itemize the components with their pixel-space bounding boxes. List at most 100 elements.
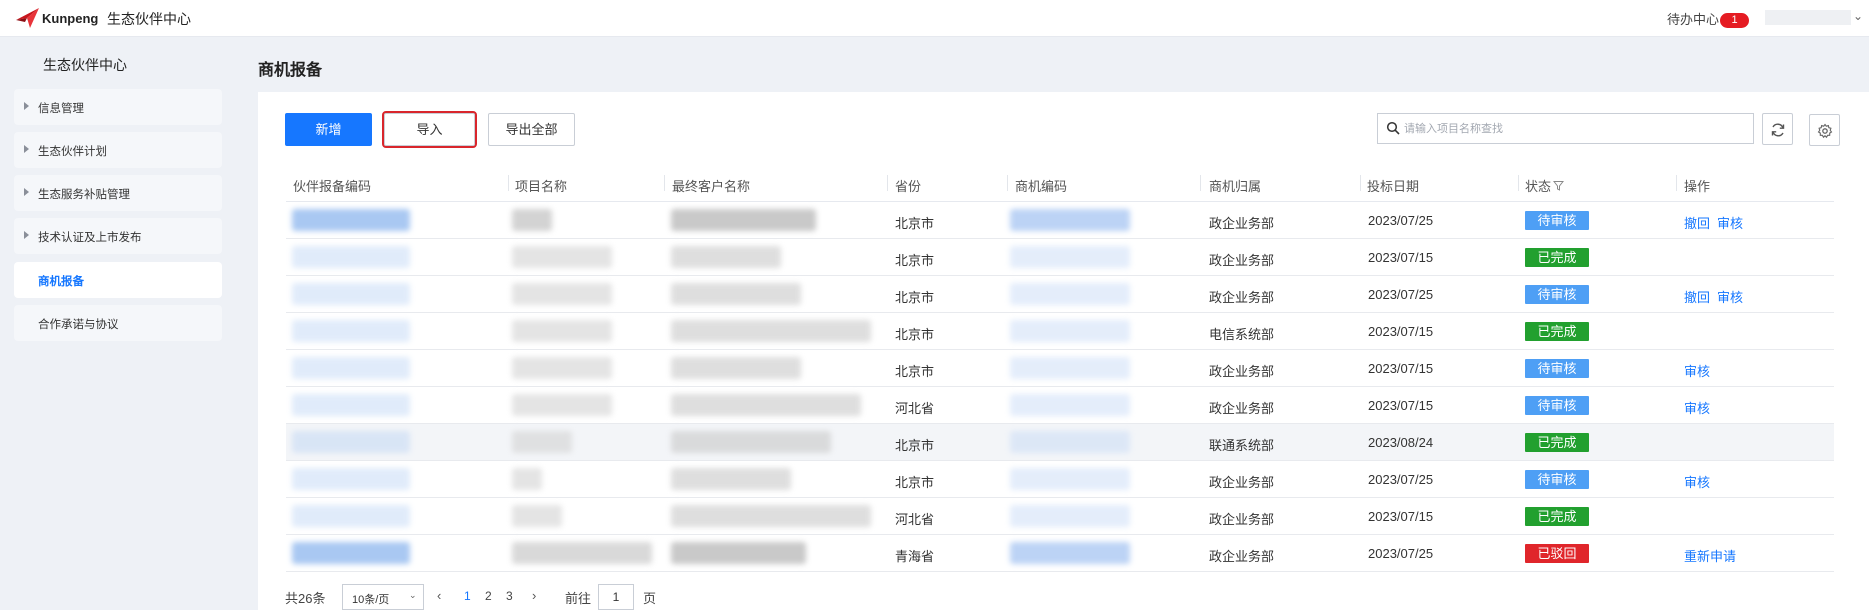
- todo-center-link[interactable]: 待办中心 1: [1667, 9, 1750, 28]
- status-badge: 已驳回: [1525, 544, 1589, 563]
- belong-cell: 政企业务部: [1209, 549, 1275, 564]
- redacted-opportunity-code: [1010, 505, 1130, 527]
- redacted-partner-code: [292, 505, 410, 527]
- page-title: 商机报备: [258, 62, 323, 79]
- status-badge: 待审核: [1525, 396, 1589, 415]
- redacted-customer-name: [671, 505, 871, 527]
- bid-date-cell: 2023/07/15: [1368, 398, 1434, 413]
- column-header-partner-code: 伙伴报备编码: [293, 179, 372, 194]
- redacted-partner-code: [292, 468, 410, 490]
- caret-right-icon: [24, 231, 29, 239]
- redacted-opportunity-code: [1010, 283, 1130, 305]
- review-link[interactable]: 审核: [1684, 472, 1710, 491]
- export-all-button[interactable]: 导出全部: [488, 113, 575, 146]
- column-header-bid-date: 投标日期: [1367, 179, 1420, 194]
- redacted-customer-name: [671, 246, 781, 268]
- withdraw-link[interactable]: 撤回: [1684, 213, 1710, 232]
- redacted-project-name: [512, 246, 612, 268]
- bid-date-cell: 2023/08/24: [1368, 435, 1434, 450]
- sidebar-item-partner-plan[interactable]: 生态伙伴计划: [14, 132, 222, 168]
- settings-button[interactable]: [1809, 114, 1840, 146]
- column-divider: [508, 175, 509, 191]
- withdraw-link[interactable]: 撤回: [1684, 287, 1710, 306]
- page-number[interactable]: 1: [464, 589, 471, 603]
- status-badge: 已完成: [1525, 433, 1589, 452]
- chevron-down-icon[interactable]: ⌄: [1853, 9, 1863, 23]
- next-page-icon[interactable]: ›: [532, 588, 536, 603]
- redacted-customer-name: [671, 209, 816, 231]
- page-number[interactable]: 2: [485, 589, 492, 603]
- sidebar-item-label: 信息管理: [38, 103, 84, 115]
- add-button[interactable]: 新增: [285, 113, 372, 146]
- redacted-partner-code: [292, 357, 410, 379]
- column-header-province: 省份: [895, 179, 922, 194]
- belong-cell: 政企业务部: [1209, 512, 1275, 527]
- redacted-partner-code: [292, 283, 410, 305]
- redacted-project-name: [512, 209, 552, 231]
- belong-cell: 政企业务部: [1209, 290, 1275, 305]
- redacted-opportunity-code: [1010, 394, 1130, 416]
- province-cell: 北京市: [895, 290, 935, 305]
- app-title[interactable]: 生态伙伴中心: [107, 9, 191, 29]
- refresh-button[interactable]: [1762, 113, 1793, 145]
- redacted-project-name: [512, 431, 572, 453]
- province-cell: 北京市: [895, 475, 935, 490]
- column-divider: [1676, 175, 1677, 191]
- status-badge: 待审核: [1525, 285, 1589, 304]
- search-input[interactable]: [1404, 119, 1744, 139]
- review-link[interactable]: 审核: [1684, 361, 1710, 380]
- province-cell: 北京市: [895, 216, 935, 231]
- column-divider: [887, 175, 888, 191]
- table-row: 北京市 政企业务部 2023/07/15 已完成: [286, 239, 1834, 276]
- review-link[interactable]: 审核: [1684, 398, 1710, 417]
- sidebar-item-label: 生态服务补贴管理: [38, 189, 130, 201]
- redacted-project-name: [512, 320, 612, 342]
- todo-count-badge: 1: [1720, 13, 1750, 28]
- todo-center-label[interactable]: 待办中心: [1667, 12, 1719, 27]
- province-cell: 青海省: [895, 549, 935, 564]
- user-menu[interactable]: [1765, 10, 1851, 25]
- import-button[interactable]: 导入: [382, 111, 477, 148]
- redacted-partner-code: [292, 209, 410, 231]
- refresh-icon: [1771, 123, 1785, 137]
- page-number[interactable]: 3: [506, 589, 513, 603]
- redacted-partner-code: [292, 431, 410, 453]
- column-divider: [1200, 175, 1201, 191]
- sidebar-item-tech-certification[interactable]: 技术认证及上市发布: [14, 218, 222, 254]
- column-header-customer-name: 最终客户名称: [672, 179, 751, 194]
- belong-cell: 政企业务部: [1209, 364, 1275, 379]
- table-row: 北京市 电信系统部 2023/07/15 已完成: [286, 313, 1834, 350]
- sidebar-item-opportunity-filing[interactable]: 商机报备: [14, 262, 222, 298]
- prev-page-icon[interactable]: ‹: [437, 588, 441, 603]
- search-box[interactable]: [1377, 113, 1754, 144]
- review-link[interactable]: 审核: [1717, 287, 1743, 306]
- goto-page-input[interactable]: [598, 584, 634, 610]
- province-cell: 河北省: [895, 401, 935, 416]
- review-link[interactable]: 审核: [1717, 213, 1743, 232]
- sidebar-item-cooperation-agreement[interactable]: 合作承诺与协议: [14, 305, 222, 341]
- bid-date-cell: 2023/07/25: [1368, 472, 1434, 487]
- filter-icon[interactable]: [1553, 180, 1564, 191]
- table-row: 北京市 政企业务部 2023/07/15 待审核 审核: [286, 350, 1834, 387]
- bid-date-cell: 2023/07/25: [1368, 213, 1434, 228]
- redacted-project-name: [512, 542, 652, 564]
- page-size-select[interactable]: 10条/页 ⌄: [342, 584, 424, 610]
- redacted-customer-name: [671, 357, 801, 379]
- bid-date-cell: 2023/07/15: [1368, 509, 1434, 524]
- redacted-partner-code: [292, 246, 410, 268]
- sidebar-item-subsidy-management[interactable]: 生态服务补贴管理: [14, 175, 222, 211]
- bid-date-cell: 2023/07/25: [1368, 546, 1434, 561]
- reapply-link[interactable]: 重新申请: [1684, 546, 1736, 565]
- sidebar-item-label: 生态伙伴计划: [38, 146, 107, 158]
- table-row: 河北省 政企业务部 2023/07/15 待审核 审核: [286, 387, 1834, 424]
- redacted-opportunity-code: [1010, 542, 1130, 564]
- province-cell: 北京市: [895, 327, 935, 342]
- redacted-customer-name: [671, 320, 871, 342]
- redacted-opportunity-code: [1010, 209, 1130, 231]
- table-row: 北京市 政企业务部 2023/07/25 待审核 撤回 审核: [286, 276, 1834, 313]
- sidebar-item-info-management[interactable]: 信息管理: [14, 89, 222, 125]
- page-size-value: 10条/页: [352, 594, 390, 606]
- status-badge: 待审核: [1525, 359, 1589, 378]
- bid-date-cell: 2023/07/25: [1368, 287, 1434, 302]
- goto-label: 前往: [565, 591, 592, 606]
